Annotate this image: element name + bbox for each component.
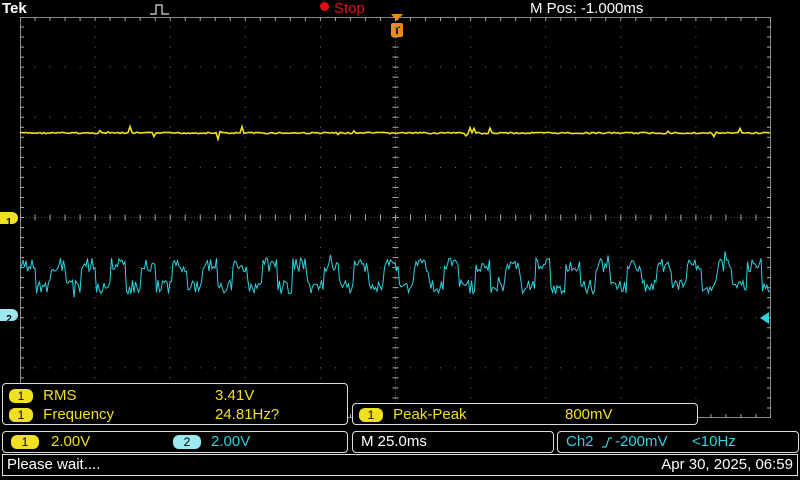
trigger-frequency: <10Hz [692, 433, 736, 450]
channel-tag: 1 [9, 389, 33, 403]
ch2-ground-marker[interactable]: 2 [0, 309, 18, 325]
measurement-value: 3.41V [215, 387, 255, 404]
channel-scale-panel[interactable]: 1 2.00V 2 2.00V [2, 431, 348, 453]
measurement-row: 1 Peak-Peak [359, 406, 467, 423]
trigger-source: Ch2 [566, 433, 594, 450]
ch1-ground-marker[interactable]: 1 [0, 212, 18, 228]
trigger-level-marker[interactable] [760, 312, 770, 324]
peak-peak-panel: 1 Peak-Peak 800mV [352, 403, 698, 425]
channel-tag: 1 [9, 408, 33, 422]
trigger-type-icon [150, 4, 169, 15]
ch2-marker-label: 2 [6, 314, 12, 325]
measurement-name: Frequency [43, 406, 115, 423]
measurement-value: 24.81Hz? [215, 406, 280, 423]
horizontal-position: M Pos: -1.000ms [530, 0, 644, 17]
waveform-display[interactable] [20, 17, 771, 418]
brand-label: Tek [2, 0, 27, 17]
ch1-marker-label: 1 [6, 217, 12, 228]
measurement-name: Peak-Peak [393, 406, 467, 423]
trigger-panel[interactable]: Ch2 -200mV <10Hz [557, 431, 799, 453]
status-bar: Please wait.... Apr 30, 2025, 06:59 [2, 454, 798, 476]
status-datetime: Apr 30, 2025, 06:59 [661, 456, 793, 473]
measurement-row: 1 Frequency [9, 406, 114, 423]
status-message: Please wait.... [7, 456, 101, 473]
ch1-scale[interactable]: 2.00V [51, 433, 90, 450]
measurement-value: 800mV [565, 406, 613, 423]
ch2-waveform [20, 251, 771, 298]
ch2-scale[interactable]: 2.00V [211, 433, 250, 450]
run-status-icon [320, 2, 329, 11]
ch1-tag: 1 [11, 435, 39, 449]
measurement-panel: 1 RMS 3.41V 1 Frequency 24.81Hz? [2, 383, 348, 425]
run-status[interactable]: Stop [334, 0, 365, 17]
timebase-panel[interactable]: M 25.0ms [352, 431, 554, 453]
timebase-value[interactable]: M 25.0ms [361, 433, 427, 450]
rising-edge-icon [602, 437, 612, 448]
graticule [20, 17, 771, 418]
trigger-level: -200mV [615, 433, 668, 450]
channel-tag: 1 [359, 408, 383, 422]
measurement-name: RMS [43, 387, 77, 404]
measurement-row: 1 RMS [9, 387, 77, 404]
ch2-tag: 2 [173, 435, 201, 449]
